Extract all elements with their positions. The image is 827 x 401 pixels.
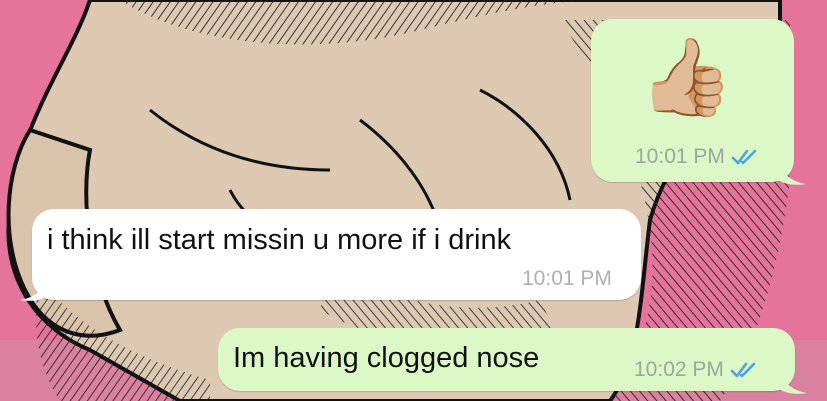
message-timestamp: 10:01 PM bbox=[635, 145, 725, 168]
message-meta: 10:01 PM bbox=[635, 145, 761, 169]
message-meta: 10:01 PM bbox=[522, 267, 612, 291]
read-check-icon bbox=[730, 361, 760, 379]
bubble-tail bbox=[778, 160, 806, 185]
message-text: Im having clogged nose bbox=[233, 342, 540, 374]
outgoing-message[interactable]: Im having clogged nose 10:02 PM bbox=[218, 328, 795, 391]
message-timestamp: 10:02 PM bbox=[634, 358, 724, 381]
bubble-tail bbox=[20, 276, 48, 301]
incoming-message[interactable]: i think ill start missin u more if i dri… bbox=[32, 209, 641, 300]
read-check-icon bbox=[731, 148, 761, 166]
message-text: i think ill start missin u more if i dri… bbox=[47, 224, 512, 256]
message-meta: 10:02 PM bbox=[634, 358, 760, 382]
outgoing-message-thumbs-up[interactable]: 👍🏼 10:01 PM bbox=[591, 19, 794, 182]
message-timestamp: 10:01 PM bbox=[522, 267, 612, 290]
thumbs-up-emoji: 👍🏼 bbox=[639, 35, 734, 120]
bubble-tail bbox=[779, 369, 807, 394]
